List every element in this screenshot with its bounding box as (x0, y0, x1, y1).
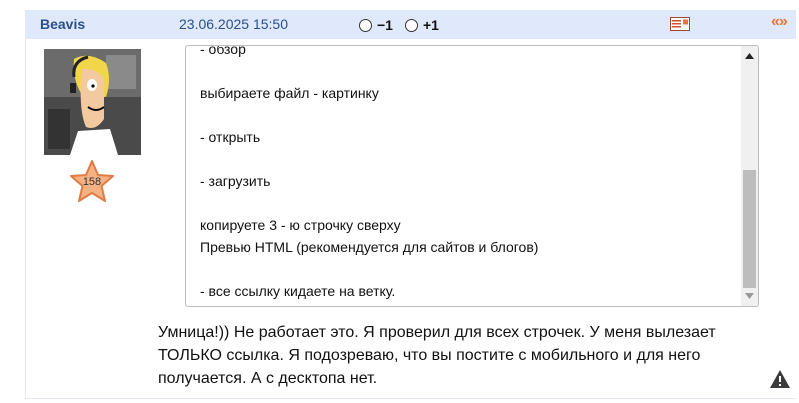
vote-minus-label: −1 (377, 17, 393, 33)
code-text: - обзор выбираете файл - картинку - откр… (200, 45, 539, 299)
code-textarea[interactable]: - обзор выбираете файл - картинку - откр… (185, 45, 759, 307)
post-header: Beavis 23.06.2025 15:50 −1 +1 «» (25, 10, 796, 39)
post-message: Умница!)) Не работает это. Я проверил дл… (158, 324, 716, 387)
message-icon[interactable] (670, 17, 690, 31)
forum-post: Beavis 23.06.2025 15:50 −1 +1 «» 158 - о… (0, 0, 799, 403)
vote-plus-label: +1 (423, 17, 439, 33)
triangle-up-icon (745, 53, 754, 59)
avatar[interactable] (44, 49, 141, 155)
scrollbar[interactable] (741, 46, 758, 306)
vote-plus-radio[interactable]: +1 (405, 17, 439, 33)
radio-icon[interactable] (359, 18, 372, 32)
triangle-down-icon (745, 293, 754, 299)
post-border (25, 39, 26, 399)
scrollbar-thumb[interactable] (743, 170, 756, 288)
username-link[interactable]: Beavis (40, 16, 85, 32)
scroll-up-button[interactable] (741, 46, 758, 66)
radio-icon[interactable] (405, 18, 418, 32)
quote-button[interactable]: «» (771, 13, 788, 31)
post-divider (25, 398, 796, 399)
post-datetime: 23.06.2025 15:50 (179, 16, 288, 32)
rating-value: 158 (82, 176, 102, 188)
vote-minus-radio[interactable]: −1 (359, 17, 393, 33)
scroll-down-button[interactable] (741, 286, 758, 306)
warning-icon[interactable] (769, 369, 791, 389)
